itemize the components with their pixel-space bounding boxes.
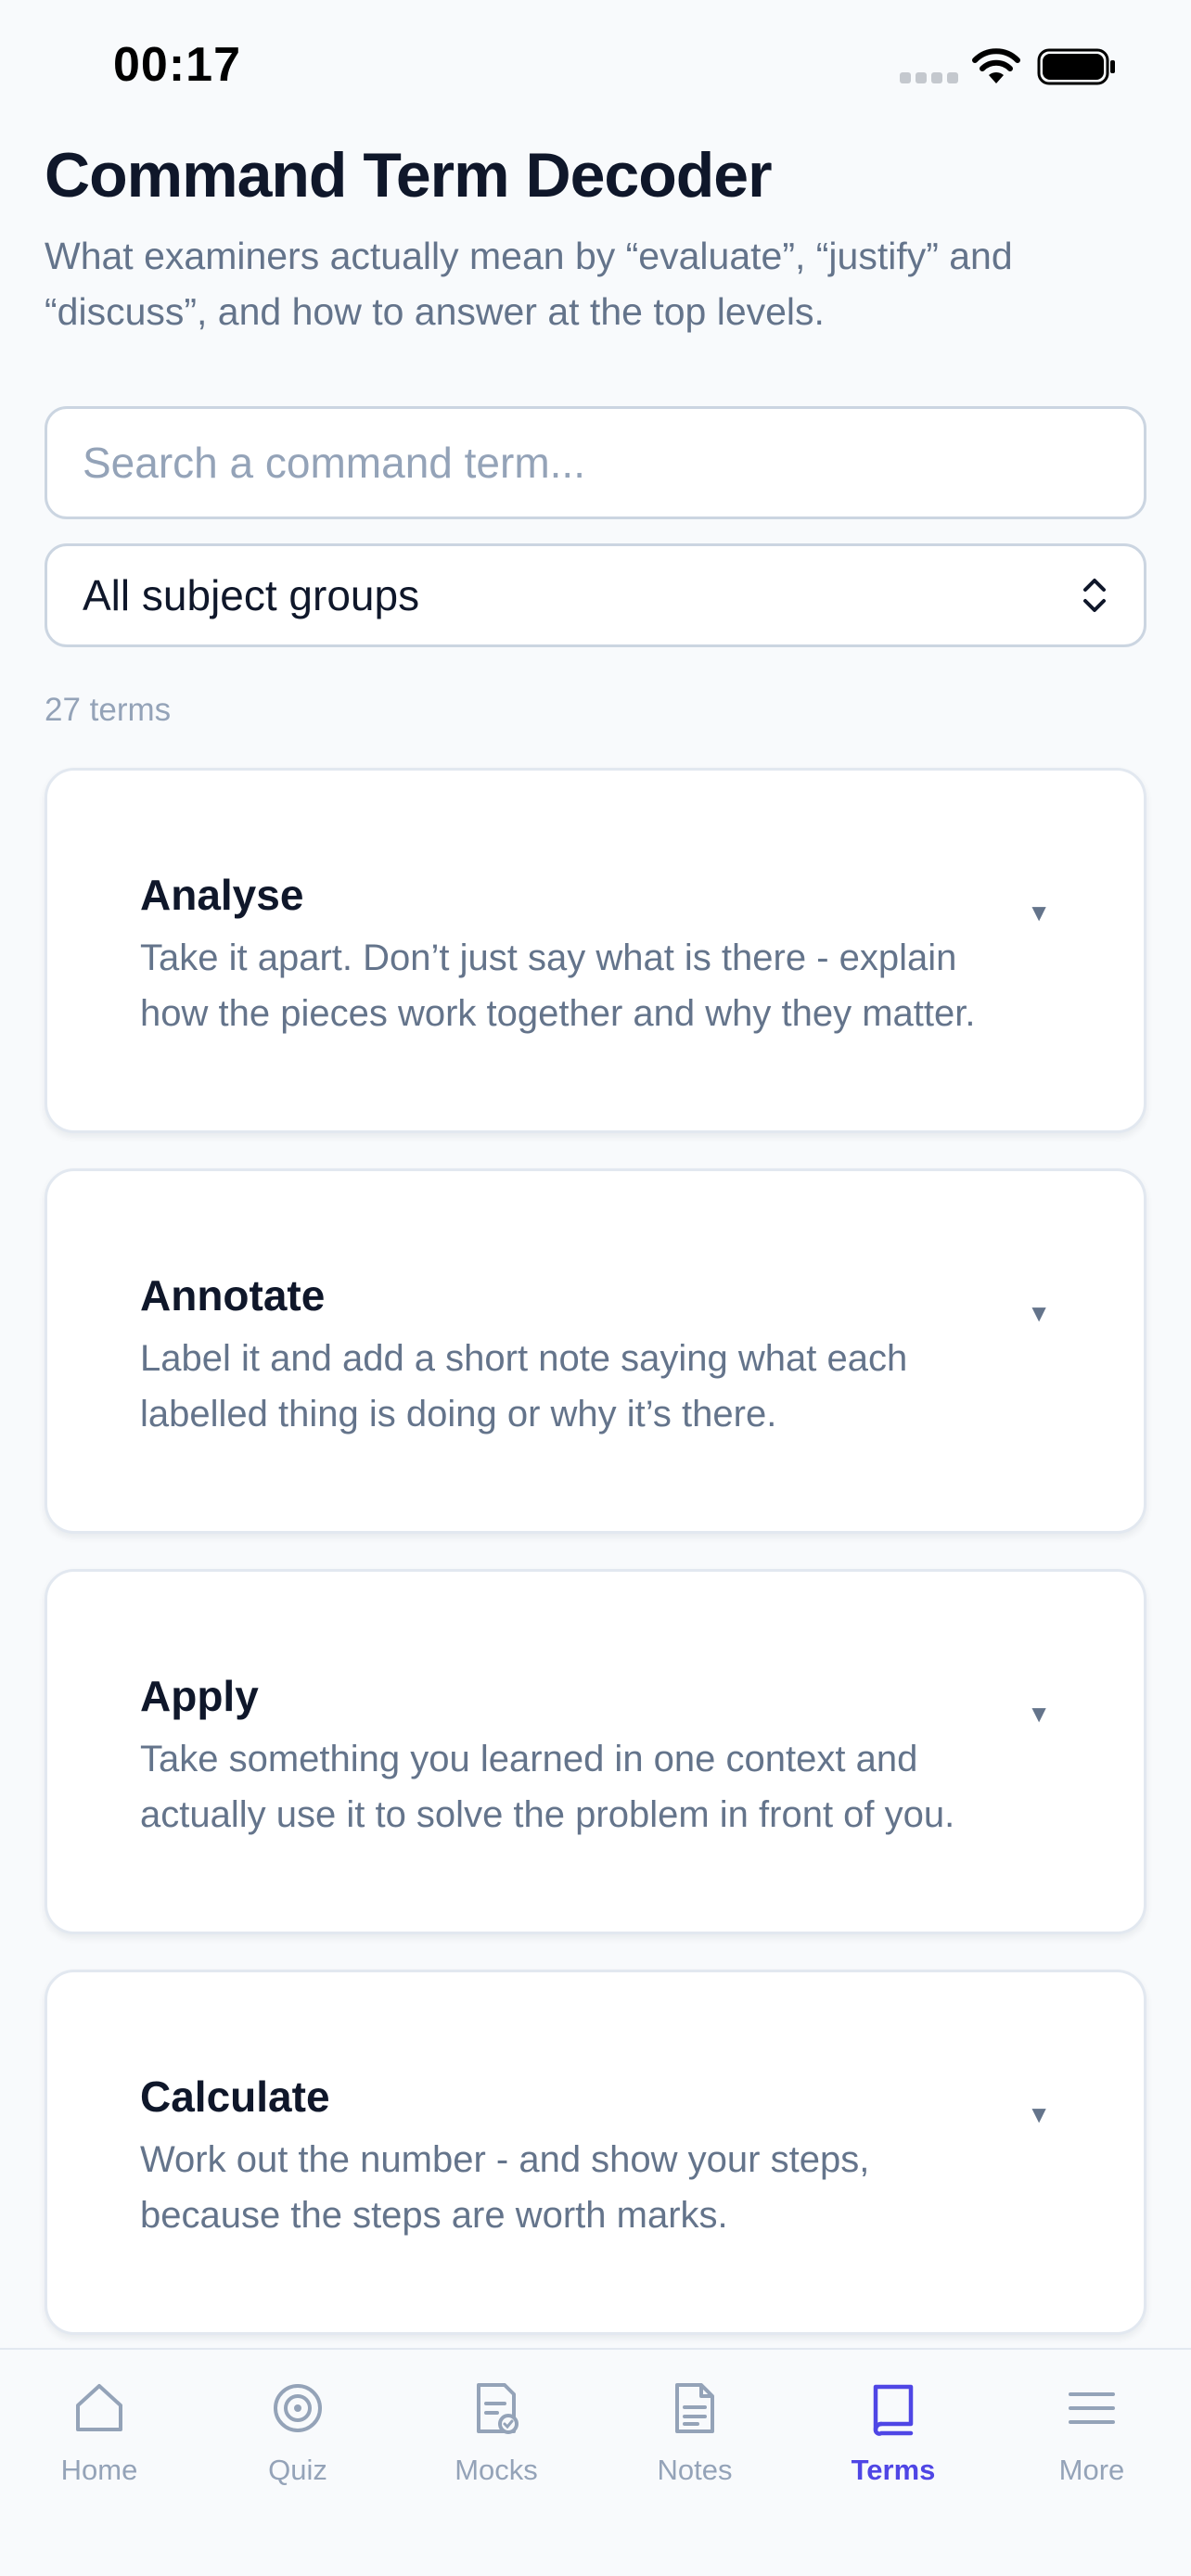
term-description: Take it apart. Don’t just say what is th… — [140, 937, 976, 1034]
tab-more[interactable]: More — [992, 2350, 1191, 2576]
caret-down-icon: ▼ — [1027, 899, 1051, 926]
tab-label: Quiz — [268, 2454, 327, 2486]
term-description: Work out the number - and show your step… — [140, 2139, 870, 2236]
subject-group-select[interactable]: All subject groups — [45, 543, 1146, 647]
term-name: Calculate — [140, 2072, 330, 2121]
term-name: Annotate — [140, 1271, 326, 1320]
term-name: Analyse — [140, 871, 304, 919]
wifi-icon — [972, 48, 1020, 83]
term-card[interactable]: Annotate Label it and add a short note s… — [45, 1168, 1146, 1534]
tab-terms[interactable]: Terms — [794, 2350, 992, 2576]
page-subtitle: What examiners actually mean by “evaluat… — [45, 235, 1013, 333]
home-icon — [76, 2384, 122, 2431]
target-icon — [274, 2384, 322, 2432]
term-card[interactable]: Calculate Work out the number - and show… — [45, 1970, 1146, 2335]
caret-down-icon: ▼ — [1027, 1700, 1051, 1728]
bottom-tab-bar: Home Quiz Mocks Notes Terms More — [0, 2348, 1191, 2576]
term-list: Analyse Take it apart. Don’t just say wh… — [45, 768, 1146, 2370]
tab-notes[interactable]: Notes — [596, 2350, 794, 2576]
term-card[interactable]: Analyse Take it apart. Don’t just say wh… — [45, 768, 1146, 1133]
status-bar: 00:17 — [0, 0, 1191, 139]
term-card[interactable]: Apply Take something you learned in one … — [45, 1569, 1146, 1934]
menu-icon — [1069, 2392, 1115, 2424]
term-count: 27 terms — [45, 692, 172, 728]
term-description: Label it and add a short note saying wha… — [140, 1338, 908, 1435]
tab-label: Notes — [657, 2454, 733, 2486]
tab-quiz[interactable]: Quiz — [198, 2350, 397, 2576]
chevron-up-down-icon — [1083, 579, 1106, 612]
tab-label: Home — [60, 2454, 138, 2486]
tab-mocks[interactable]: Mocks — [397, 2350, 596, 2576]
cellular-signal-icon — [900, 72, 959, 85]
tab-label: More — [1058, 2454, 1125, 2486]
tab-label: Terms — [851, 2454, 936, 2486]
command-term-decoder-screen: 00:17 Command Term Decoder What examiner… — [0, 0, 1191, 2576]
status-time: 00:17 — [113, 38, 241, 92]
subject-group-value: All subject groups — [83, 571, 420, 619]
document-icon — [675, 2383, 714, 2433]
term-description: Take something you learned in one contex… — [140, 1739, 955, 1835]
tab-home[interactable]: Home — [0, 2350, 198, 2576]
book-icon — [873, 2384, 914, 2436]
caret-down-icon: ▼ — [1027, 1299, 1051, 1327]
page-title: Command Term Decoder — [45, 140, 773, 210]
tab-label: Mocks — [455, 2454, 538, 2486]
battery-icon — [1037, 48, 1115, 85]
caret-down-icon: ▼ — [1027, 2100, 1051, 2128]
search-input[interactable] — [45, 406, 1146, 519]
exam-doc-icon — [477, 2383, 519, 2434]
term-name: Apply — [140, 1672, 259, 1720]
